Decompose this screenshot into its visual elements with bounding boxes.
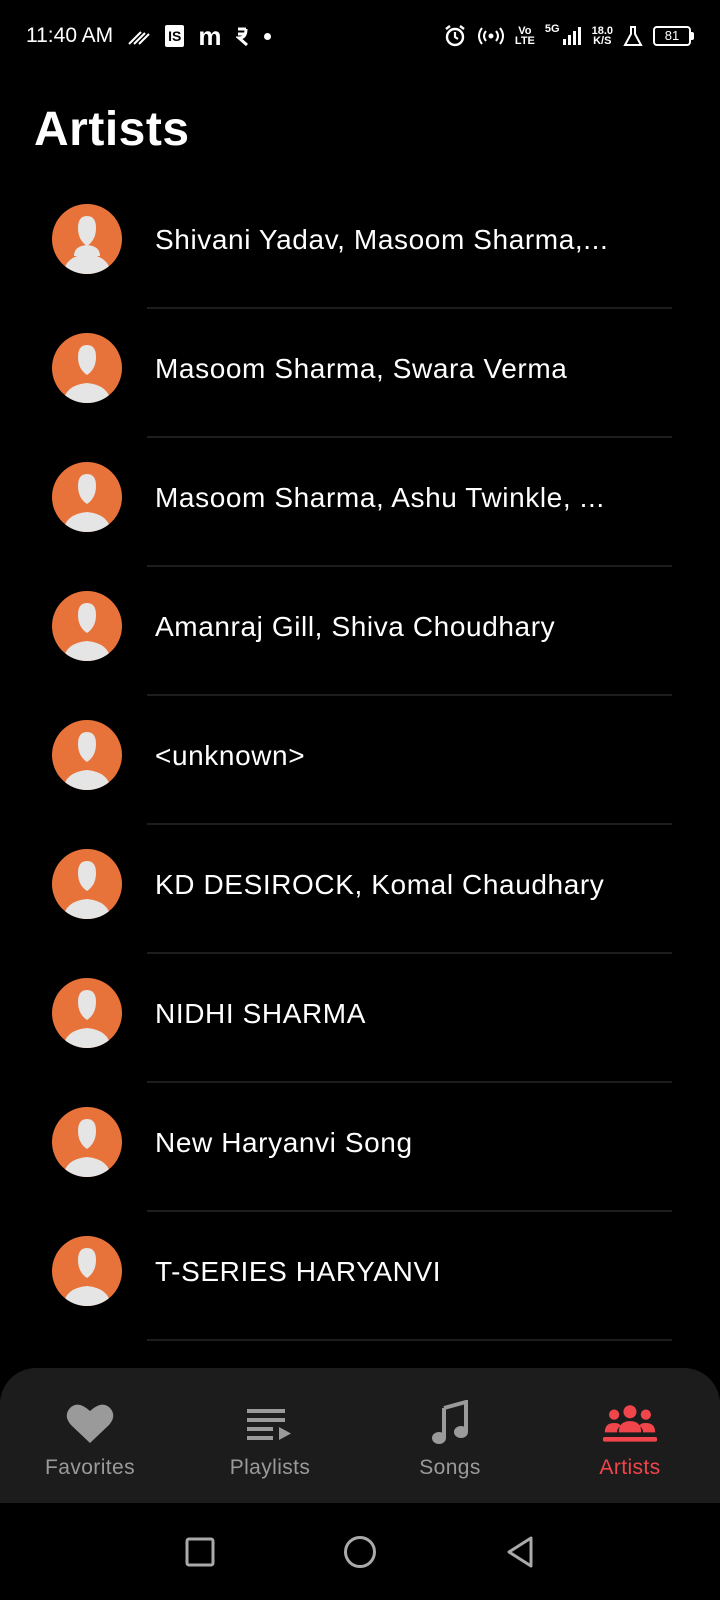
nav-tab-playlists[interactable]: Playlists [180, 1368, 360, 1503]
group-icon [602, 1398, 658, 1448]
artist-list-item[interactable]: <unknown> [0, 696, 720, 825]
signal-icon: 5G [545, 24, 582, 48]
artist-avatar-icon [52, 849, 122, 919]
notification-is-icon: IS [165, 25, 185, 47]
bottom-navigation: Favorites Playlists Songs Artists [0, 1368, 720, 1503]
artist-list-item[interactable]: T-SERIES HARYANVI [0, 1212, 720, 1341]
artist-avatar-icon [52, 1236, 122, 1306]
volte-icon: Vo LTE [514, 25, 535, 47]
artist-name: Masoom Sharma, Ashu Twinkle, ... [155, 482, 605, 513]
artist-avatar-icon [52, 1107, 122, 1177]
back-button[interactable] [500, 1532, 540, 1572]
status-bar: 11:40 AM IS m Vo LTE 5G 18.0 K/S 81 [0, 0, 720, 72]
artist-avatar-icon [52, 333, 122, 403]
list-divider [147, 1339, 672, 1341]
artist-list-item[interactable]: KD DESIROCK, Komal Chaudhary [0, 825, 720, 954]
artist-list-item[interactable]: Amanraj Gill, Shiva Choudhary [0, 567, 720, 696]
artist-name: T-SERIES HARYANVI [155, 1256, 442, 1287]
artist-avatar-icon [52, 720, 122, 790]
heart-icon [62, 1398, 118, 1448]
nav-tab-favorites[interactable]: Favorites [0, 1368, 180, 1503]
artist-list-item[interactable]: NIDHI SHARMA [0, 954, 720, 1083]
artist-list-item[interactable]: New Haryanvi Song [0, 1083, 720, 1212]
artist-name: <unknown> [155, 740, 306, 771]
lab-flask-icon [623, 24, 643, 48]
nav-label-favorites: Favorites [45, 1456, 135, 1479]
nav-label-songs: Songs [419, 1456, 481, 1479]
artist-list-item[interactable]: Masoom Sharma, Swara Verma [0, 309, 720, 438]
nav-tab-songs[interactable]: Songs [360, 1368, 540, 1503]
battery-icon: 81 [653, 26, 694, 46]
hotspot-icon [477, 24, 505, 48]
system-navigation-bar [0, 1503, 720, 1600]
data-saver-icon [127, 24, 151, 48]
artist-name: NIDHI SHARMA [155, 998, 366, 1029]
artist-avatar-icon [52, 978, 122, 1048]
artist-list-item[interactable]: Shivani Yadav, Masoom Sharma,... [0, 180, 720, 309]
playlist-icon [242, 1398, 298, 1448]
alarm-icon [443, 24, 467, 48]
artist-name: KD DESIROCK, Komal Chaudhary [155, 869, 605, 900]
clock: 11:40 AM [26, 24, 114, 47]
artist-list-item[interactable]: Masoom Sharma, Ashu Twinkle, ... [0, 438, 720, 567]
artist-avatar-icon [52, 591, 122, 661]
artist-avatar-icon [52, 204, 122, 274]
artist-name: Amanraj Gill, Shiva Choudhary [155, 611, 556, 642]
artist-list: Shivani Yadav, Masoom Sharma,... Masoom … [0, 180, 720, 1341]
artist-name: New Haryanvi Song [155, 1127, 413, 1158]
music-note-icon [422, 1398, 478, 1448]
network-speed: 18.0 K/S [591, 25, 613, 47]
nav-tab-artists[interactable]: Artists [540, 1368, 720, 1503]
artist-avatar-icon [52, 462, 122, 532]
notification-m-icon: m [198, 21, 222, 51]
more-notifications-icon [263, 24, 271, 48]
nav-label-artists: Artists [599, 1456, 661, 1479]
artist-name: Masoom Sharma, Swara Verma [155, 353, 568, 384]
notification-rupee-icon [235, 24, 250, 48]
page-title: Artists [34, 103, 190, 156]
nav-label-playlists: Playlists [229, 1456, 311, 1479]
recent-apps-button[interactable] [180, 1532, 220, 1572]
artist-name: Shivani Yadav, Masoom Sharma,... [155, 224, 609, 255]
home-button[interactable] [340, 1532, 380, 1572]
